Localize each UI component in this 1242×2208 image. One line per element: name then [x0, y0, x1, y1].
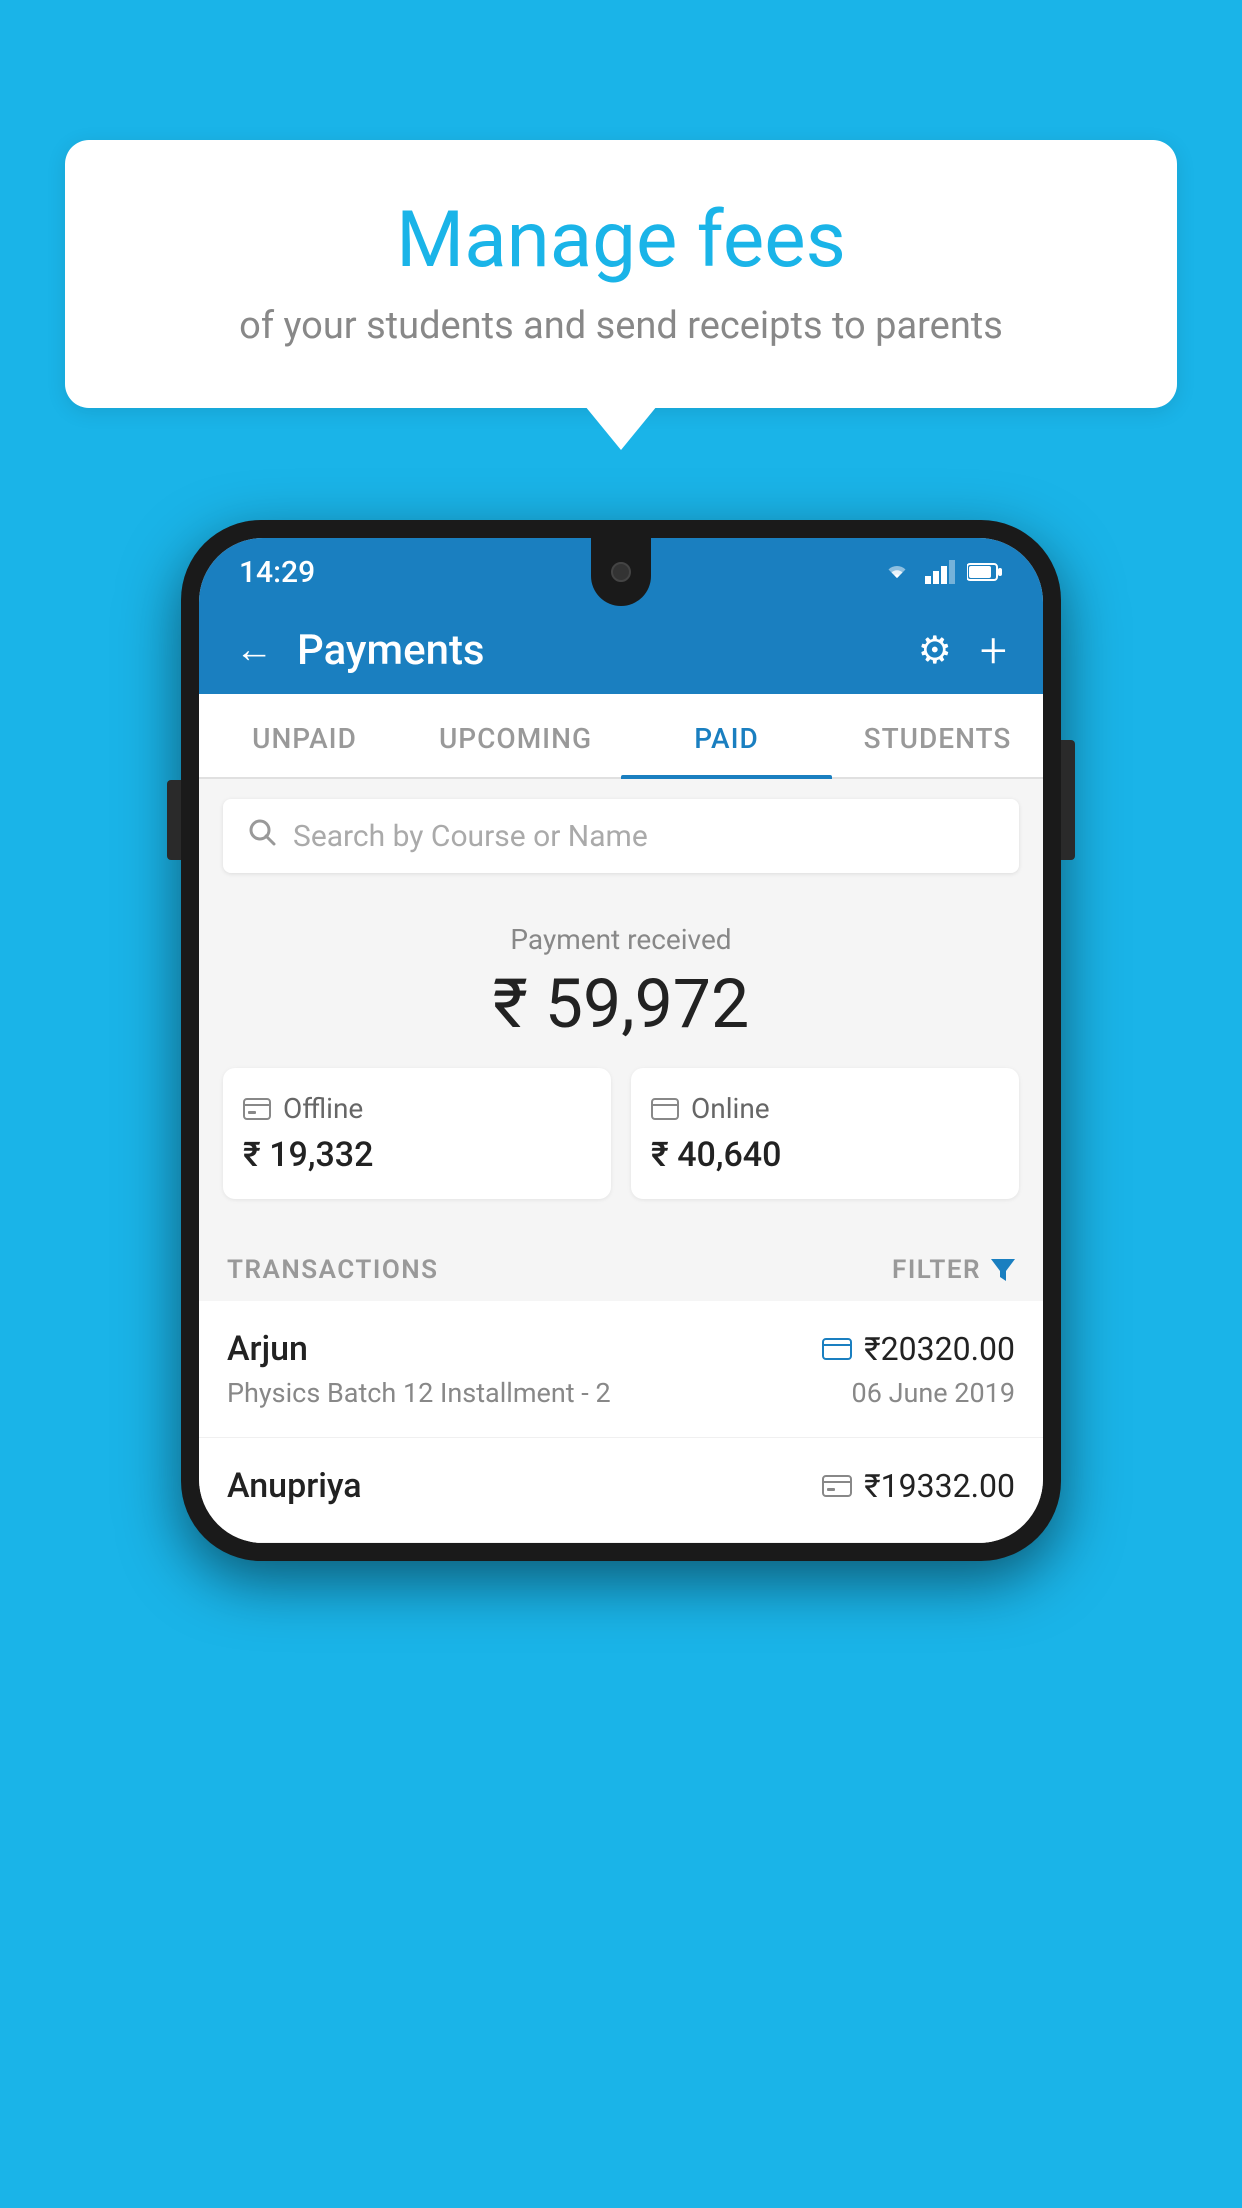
header-actions: ⚙ +: [918, 622, 1007, 679]
search-container: Search by Course or Name: [199, 779, 1043, 893]
transaction-name-1: Arjun: [227, 1329, 308, 1369]
online-label: Online: [691, 1092, 770, 1125]
online-amount: ₹ 40,640: [651, 1135, 999, 1175]
transaction-amount-wrap-1: ₹20320.00: [822, 1330, 1015, 1368]
online-card-header: Online: [651, 1092, 999, 1125]
offline-icon: [243, 1098, 271, 1120]
app-header: ← Payments ⚙ +: [199, 606, 1043, 694]
status-bar: 14:29: [199, 538, 1043, 606]
signal-icon: [925, 560, 955, 584]
offline-card-header: Offline: [243, 1092, 591, 1125]
speech-bubble-title: Manage fees: [125, 195, 1117, 286]
online-payment-card: Online ₹ 40,640: [631, 1068, 1019, 1199]
payment-cards: Offline ₹ 19,332 Online ₹: [223, 1068, 1019, 1199]
battery-icon: [967, 562, 1003, 582]
tabs-container: UNPAID UPCOMING PAID STUDENTS: [199, 694, 1043, 779]
payment-total-amount: ₹ 59,972: [223, 964, 1019, 1044]
phone-mockup: 14:29: [181, 520, 1061, 1561]
phone-screen: 14:29: [199, 538, 1043, 1543]
speech-bubble-subtitle: of your students and send receipts to pa…: [125, 304, 1117, 348]
offline-amount: ₹ 19,332: [243, 1135, 591, 1175]
payment-received-label: Payment received: [223, 923, 1019, 956]
search-bar[interactable]: Search by Course or Name: [223, 799, 1019, 873]
tab-upcoming[interactable]: UPCOMING: [410, 694, 621, 777]
tab-students[interactable]: STUDENTS: [832, 694, 1043, 777]
payment-summary: Payment received ₹ 59,972 Offline: [199, 893, 1043, 1231]
tab-unpaid[interactable]: UNPAID: [199, 694, 410, 777]
speech-bubble-container: Manage fees of your students and send re…: [65, 140, 1177, 408]
status-icons: [881, 560, 1003, 584]
transaction-amount-wrap-2: ₹19332.00: [822, 1467, 1015, 1505]
filter-button[interactable]: FILTER: [892, 1255, 1015, 1285]
transaction-bottom-1: Physics Batch 12 Installment - 2 06 June…: [227, 1377, 1015, 1409]
status-time: 14:29: [239, 555, 315, 590]
back-button[interactable]: ←: [235, 628, 273, 672]
transaction-top-1: Arjun ₹20320.00: [227, 1329, 1015, 1369]
transaction-row: Arjun ₹20320.00 Physics Batch 12 Install…: [199, 1301, 1043, 1438]
online-icon: [651, 1098, 679, 1120]
header-title: Payments: [297, 626, 894, 675]
wifi-icon: [881, 560, 913, 584]
transaction-top-2: Anupriya ₹19332.00: [227, 1466, 1015, 1506]
offline-label: Offline: [283, 1092, 363, 1125]
online-payment-icon: [822, 1338, 852, 1360]
add-icon[interactable]: +: [980, 622, 1007, 679]
offline-payment-card: Offline ₹ 19,332: [223, 1068, 611, 1199]
transactions-label: TRANSACTIONS: [227, 1255, 439, 1285]
speech-bubble: Manage fees of your students and send re…: [65, 140, 1177, 408]
transactions-header: TRANSACTIONS FILTER: [199, 1231, 1043, 1301]
transaction-course-1: Physics Batch 12 Installment - 2: [227, 1377, 611, 1409]
transaction-row-2: Anupriya ₹19332.00: [199, 1438, 1043, 1543]
camera: [611, 562, 631, 582]
settings-icon[interactable]: ⚙: [918, 628, 952, 673]
tab-paid[interactable]: PAID: [621, 694, 832, 777]
transaction-name-2: Anupriya: [227, 1466, 362, 1506]
transaction-amount-1: ₹20320.00: [864, 1330, 1015, 1368]
offline-payment-icon: [822, 1475, 852, 1497]
filter-icon: [991, 1259, 1015, 1281]
search-input[interactable]: Search by Course or Name: [293, 819, 648, 854]
search-icon: [247, 817, 277, 855]
transaction-date-1: 06 June 2019: [852, 1377, 1015, 1409]
notch: [591, 538, 651, 606]
transaction-amount-2: ₹19332.00: [864, 1467, 1015, 1505]
filter-label: FILTER: [892, 1255, 981, 1285]
phone-outer: 14:29: [181, 520, 1061, 1561]
